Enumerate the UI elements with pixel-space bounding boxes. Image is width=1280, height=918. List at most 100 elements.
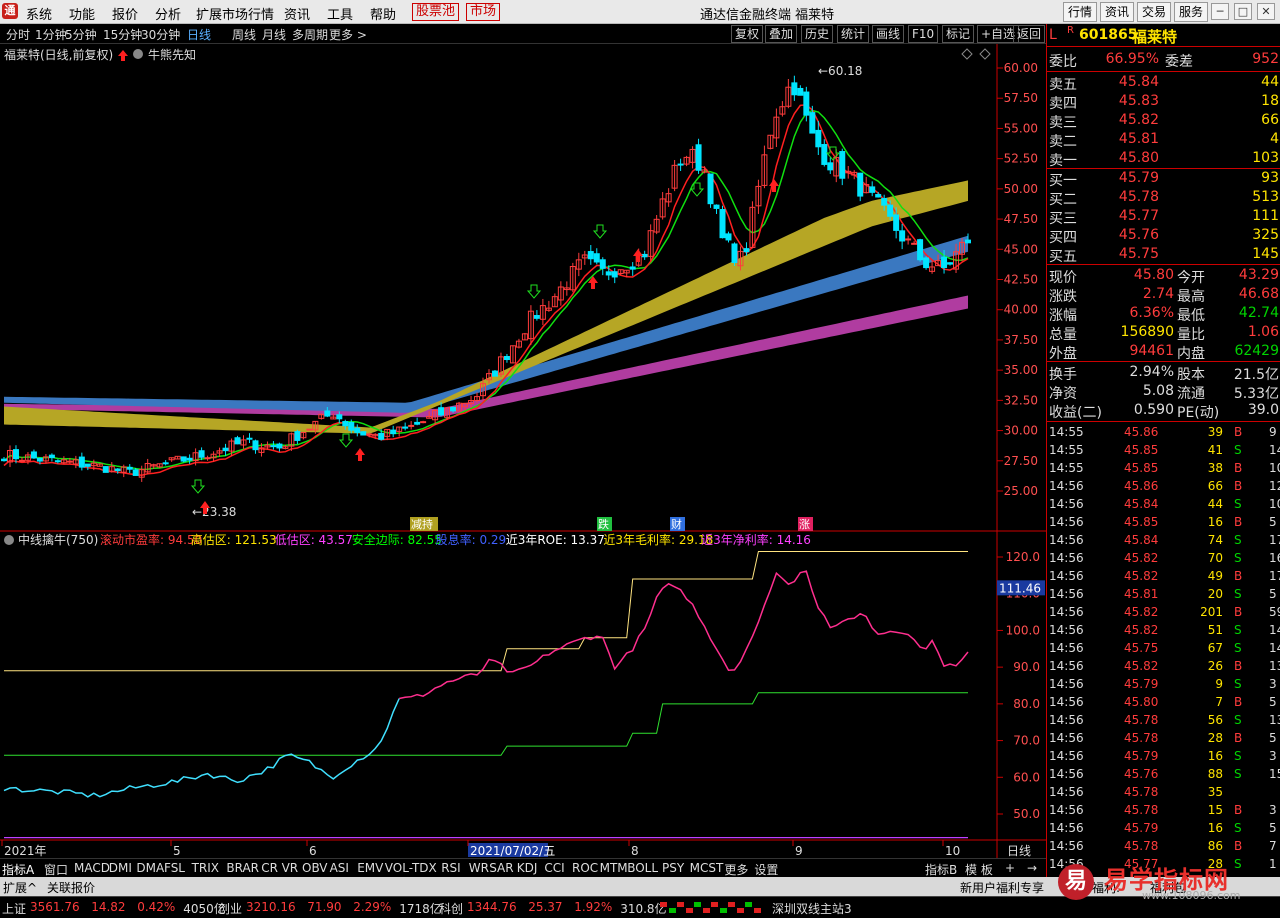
- period-2[interactable]: 5分钟: [65, 26, 97, 43]
- indicator-tab-3[interactable]: DMI: [109, 861, 132, 875]
- period-8[interactable]: 多周期: [292, 26, 328, 43]
- tab-right-2[interactable]: +: [1005, 861, 1015, 875]
- indicator-tab-5[interactable]: FSL: [164, 861, 185, 875]
- dropdown-icon[interactable]: [133, 49, 143, 59]
- period-0[interactable]: 分时: [6, 26, 30, 43]
- indicator-tab-22[interactable]: PSY: [662, 861, 684, 875]
- indicator-tab-8[interactable]: CR: [261, 861, 278, 875]
- ask-row[interactable]: 卖二 45.81 4: [1047, 130, 1280, 150]
- tool-button-2[interactable]: 历史: [801, 25, 834, 43]
- indicator-tab-20[interactable]: MTM: [600, 861, 628, 875]
- minimize-icon[interactable]: ─: [1211, 3, 1229, 20]
- stat-value: 94461: [1129, 343, 1174, 359]
- indicator-tab-24[interactable]: 更多: [724, 861, 748, 878]
- indicator-tab-9[interactable]: VR: [282, 861, 299, 875]
- maximize-icon[interactable]: □: [1234, 3, 1252, 20]
- market-menu[interactable]: 市场: [466, 3, 501, 21]
- indicator-tab-4[interactable]: DMA: [136, 861, 164, 875]
- menu-3[interactable]: 分析: [155, 4, 181, 23]
- tool-button-7[interactable]: 返回: [1013, 25, 1046, 43]
- mark-button[interactable]: 标记: [942, 25, 975, 43]
- ask-volume: 18: [1261, 93, 1279, 109]
- tab-right-0[interactable]: 指标B: [925, 861, 957, 878]
- bid-row[interactable]: 买四 45.76 325: [1047, 226, 1280, 246]
- tab-right-3[interactable]: →: [1027, 861, 1037, 875]
- menu-5[interactable]: 资讯: [284, 4, 310, 23]
- tick-price: 45.78: [1124, 803, 1159, 817]
- tool-button-1[interactable]: 叠加: [765, 25, 798, 43]
- watermark-glyph: 易: [1058, 864, 1094, 900]
- top-right-button-1[interactable]: 资讯: [1100, 2, 1135, 22]
- indicator-dropdown-icon[interactable]: [4, 535, 14, 545]
- indicator-tab-12[interactable]: EMV: [357, 861, 383, 875]
- indicator-tab-25[interactable]: 设置: [754, 861, 778, 878]
- ask-row[interactable]: 卖三 45.82 66: [1047, 111, 1280, 131]
- menu-0[interactable]: 系统: [26, 4, 52, 23]
- tick-volume: 20: [1207, 587, 1223, 601]
- server-name[interactable]: 深圳双线主站3: [772, 900, 852, 917]
- indicator-tab-7[interactable]: BRAR: [226, 861, 259, 875]
- period-4[interactable]: 30分钟: [141, 26, 180, 43]
- diamond-icon[interactable]: [979, 48, 991, 60]
- candle-body: [839, 151, 846, 179]
- menu-2[interactable]: 报价: [112, 4, 138, 23]
- indicator-tab-10[interactable]: OBV: [302, 861, 328, 875]
- promo-1[interactable]: 新用户福利专享: [960, 879, 1044, 896]
- period-5[interactable]: 日线: [187, 26, 211, 43]
- indicator-tab-15[interactable]: WR: [469, 861, 489, 875]
- top-right-button-0[interactable]: 行情: [1063, 2, 1098, 22]
- top-right-button-2[interactable]: 交易: [1137, 2, 1172, 22]
- indicator-tab-13[interactable]: VOL-TDX: [385, 861, 437, 875]
- indicator-tab-11[interactable]: ASI: [330, 861, 349, 875]
- indicator-tab-16[interactable]: SAR: [489, 861, 513, 875]
- period-7[interactable]: 月线: [262, 26, 286, 43]
- app-logo-icon[interactable]: 通: [2, 3, 18, 19]
- close-icon[interactable]: ✕: [1257, 3, 1275, 20]
- indicator-tab-2[interactable]: MACD: [74, 861, 110, 875]
- indicator-tab-21[interactable]: BOLL: [627, 861, 658, 875]
- ask-label: 卖五: [1049, 77, 1077, 93]
- indicator-tab-19[interactable]: ROC: [572, 861, 598, 875]
- period-1[interactable]: 1分钟: [35, 26, 67, 43]
- tab-right-1[interactable]: 模 板: [965, 861, 993, 878]
- ask-row[interactable]: 卖一 45.80 103: [1047, 149, 1280, 169]
- indicator-tab-18[interactable]: CCI: [544, 861, 564, 875]
- menu-7[interactable]: 帮助: [370, 4, 396, 23]
- ext-toggle[interactable]: 扩展^: [3, 879, 37, 896]
- indicator-tab-1[interactable]: 窗口: [44, 861, 68, 878]
- indicator-tab-0[interactable]: 指标A: [2, 861, 34, 878]
- period-9[interactable]: 更多 >: [329, 26, 367, 43]
- indicator-tab-23[interactable]: MCST: [690, 861, 724, 875]
- bid-row[interactable]: 买五 45.75 145: [1047, 245, 1280, 265]
- tool-button-5[interactable]: F10: [908, 25, 939, 43]
- top-right-button-3[interactable]: 服务: [1174, 2, 1209, 22]
- bid-row[interactable]: 买一 45.79 93: [1047, 169, 1280, 189]
- stat-label: 外盘: [1049, 346, 1077, 362]
- related-quotes[interactable]: 关联报价: [47, 879, 95, 896]
- indicator-tab-17[interactable]: KDJ: [517, 861, 538, 875]
- bid-row[interactable]: 买二 45.78 513: [1047, 188, 1280, 208]
- indicator-tab-6[interactable]: TRIX: [192, 861, 219, 875]
- indicator-tab-14[interactable]: RSI: [441, 861, 461, 875]
- tick-volume: 67: [1207, 641, 1223, 655]
- menu-1[interactable]: 功能: [69, 4, 95, 23]
- tool-button-4[interactable]: 画线: [872, 25, 905, 43]
- candle-body: [599, 259, 606, 269]
- stat-row: 现价 45.80 今开 43.29: [1047, 266, 1280, 286]
- index-name[interactable]: 创业: [218, 900, 242, 917]
- menu-4[interactable]: 扩展市场行情: [196, 4, 274, 23]
- ask-row[interactable]: 卖四 45.83 18: [1047, 92, 1280, 112]
- index-name[interactable]: 科创: [439, 900, 463, 917]
- stock-pool-menu[interactable]: 股票池: [412, 3, 460, 21]
- bid-row[interactable]: 买三 45.77 111: [1047, 207, 1280, 227]
- ask-row[interactable]: 卖五 45.84 44: [1047, 73, 1280, 93]
- kline-chart-area[interactable]: 60.00 57.50 55.00 52.50 50.00 47.50 45.00 42.50…: [0, 44, 1046, 858]
- menu-6[interactable]: 工具: [327, 4, 353, 23]
- index-name[interactable]: 上证: [2, 900, 26, 917]
- tool-button-3[interactable]: 统计: [837, 25, 870, 43]
- tick-price: 45.79: [1124, 749, 1159, 763]
- diamond-icon[interactable]: [961, 48, 973, 60]
- period-3[interactable]: 15分钟: [103, 26, 142, 43]
- tool-button-0[interactable]: 复权: [731, 25, 764, 43]
- period-6[interactable]: 周线: [232, 26, 256, 43]
